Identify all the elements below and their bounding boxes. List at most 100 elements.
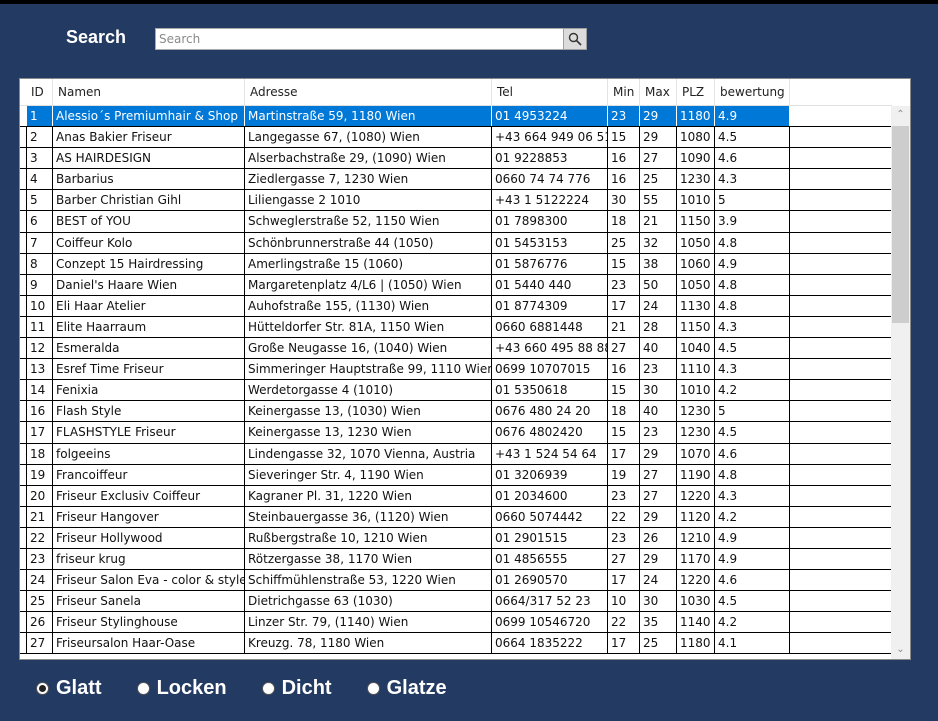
cell-min[interactable]: 15	[608, 380, 640, 401]
cell-plz[interactable]: 1010	[677, 380, 715, 401]
cell-namen[interactable]: Friseur Sanela	[53, 591, 245, 612]
cell-bewertung[interactable]: 4.3	[715, 485, 790, 506]
column-header-tel[interactable]: Tel	[492, 79, 608, 105]
cell-id[interactable]: 6	[26, 211, 53, 232]
cell-plz[interactable]: 1150	[677, 211, 715, 232]
cell-namen[interactable]: Esref Time Friseur	[53, 359, 245, 380]
cell-bewertung[interactable]: 4.9	[715, 106, 790, 127]
cell-plz[interactable]: 1010	[677, 190, 715, 211]
cell-namen[interactable]: Conzept 15 Hairdressing	[53, 253, 245, 274]
cell-adresse[interactable]: Linzer Str. 79, (1140) Wien	[245, 612, 492, 633]
cell-namen[interactable]: Anas Bakier Friseur	[53, 127, 245, 148]
cell-adresse[interactable]: Martinstraße 59, 1180 Wien	[245, 106, 492, 127]
cell-max[interactable]: 40	[640, 401, 677, 422]
cell-max[interactable]: 27	[640, 485, 677, 506]
cell-namen[interactable]: BEST of YOU	[53, 211, 245, 232]
cell-adresse[interactable]: Langegasse 67, (1080) Wien	[245, 127, 492, 148]
cell-bewertung[interactable]: 4.6	[715, 443, 790, 464]
radio-indicator[interactable]	[36, 681, 49, 695]
cell-max[interactable]: 29	[640, 127, 677, 148]
radio-glatze[interactable]: Glatze	[366, 677, 447, 700]
cell-namen[interactable]: Francoiffeur	[53, 464, 245, 485]
cell-id[interactable]: 2	[26, 127, 53, 148]
cell-tel[interactable]: +43 1 5122224	[492, 190, 608, 211]
cell-bewertung[interactable]: 4.6	[715, 148, 790, 169]
cell-namen[interactable]: Esmeralda	[53, 338, 245, 359]
cell-max[interactable]: 21	[640, 211, 677, 232]
cell-adresse[interactable]: Ziedlergasse 7, 1230 Wien	[245, 169, 492, 190]
cell-max[interactable]: 25	[640, 633, 677, 654]
scrollbar-thumb[interactable]	[892, 126, 909, 323]
cell-plz[interactable]: 1180	[677, 106, 715, 127]
cell-namen[interactable]: Friseur Stylinghouse	[53, 612, 245, 633]
cell-tel[interactable]: 01 8774309	[492, 295, 608, 316]
cell-plz[interactable]: 1230	[677, 422, 715, 443]
cell-namen[interactable]: Flash Style	[53, 401, 245, 422]
table-row[interactable]: 13 Esref Time Friseur Simmeringer Hauptst…	[20, 359, 892, 381]
cell-adresse[interactable]: Liliengasse 2 1010	[245, 190, 492, 211]
table-row[interactable]: 14 Fenixia Werdetorgasse 4 (1010) 01 535061…	[20, 380, 892, 402]
cell-max[interactable]: 40	[640, 338, 677, 359]
table-row[interactable]: 16 Flash Style Keinergasse 13, (1030) Wien…	[20, 401, 892, 423]
cell-tel[interactable]: 01 5350618	[492, 380, 608, 401]
cell-adresse[interactable]: Simmeringer Hauptstraße 99, 1110 Wien	[245, 359, 492, 380]
radio-dicht[interactable]: Dicht	[261, 677, 332, 700]
table-row[interactable]: 11 Elite Haarraum Hütteldorfer Str. 81A, …	[20, 316, 892, 339]
cell-id[interactable]: 1	[26, 106, 53, 127]
cell-namen[interactable]: folgeeins	[53, 443, 245, 464]
cell-min[interactable]: 22	[608, 506, 640, 527]
cell-bewertung[interactable]: 4.5	[715, 422, 790, 443]
cell-min[interactable]: 15	[608, 422, 640, 443]
table-row[interactable]: 21 Friseur Hangover Steinbauergasse 36, (1…	[20, 506, 892, 528]
cell-namen[interactable]: Fenixia	[53, 380, 245, 401]
cell-min[interactable]: 15	[608, 127, 640, 148]
cell-id[interactable]: 7	[26, 232, 53, 253]
column-header-plz[interactable]: PLZ	[677, 79, 715, 105]
cell-bewertung[interactable]: 4.5	[715, 591, 790, 612]
cell-max[interactable]: 29	[640, 443, 677, 464]
cell-id[interactable]: 17	[26, 422, 53, 443]
cell-max[interactable]: 27	[640, 464, 677, 485]
cell-tel[interactable]: +43 664 949 06 51	[492, 127, 608, 148]
column-header-bewertung[interactable]: bewertung	[715, 79, 790, 105]
column-header-min[interactable]: Min	[608, 79, 640, 105]
cell-adresse[interactable]: Schönbrunnerstraße 44 (1050)	[245, 232, 492, 253]
cell-bewertung[interactable]: 4.1	[715, 633, 790, 654]
cell-id[interactable]: 19	[26, 464, 53, 485]
cell-adresse[interactable]: Rußbergstraße 10, 1210 Wien	[245, 527, 492, 548]
cell-id[interactable]: 8	[26, 253, 53, 274]
cell-min[interactable]: 17	[608, 570, 640, 591]
cell-id[interactable]: 18	[26, 443, 53, 464]
cell-bewertung[interactable]: 4.3	[715, 316, 790, 338]
cell-plz[interactable]: 1140	[677, 612, 715, 633]
cell-min[interactable]: 15	[608, 253, 640, 274]
cell-max[interactable]: 38	[640, 253, 677, 274]
cell-max[interactable]: 50	[640, 274, 677, 295]
cell-min[interactable]: 23	[608, 485, 640, 506]
chevron-down-icon[interactable]: ⌄	[891, 641, 910, 659]
cell-tel[interactable]: 0660 6881448	[492, 316, 608, 338]
cell-namen[interactable]: Barber Christian Gihl	[53, 190, 245, 211]
cell-min[interactable]: 27	[608, 548, 640, 570]
cell-id[interactable]: 22	[26, 527, 53, 548]
cell-tel[interactable]: 0699 10707015	[492, 359, 608, 380]
table-row[interactable]: 2 Anas Bakier Friseur Langegasse 67, (1080…	[20, 127, 892, 149]
cell-min[interactable]: 17	[608, 295, 640, 316]
cell-namen[interactable]: AS HAIRDESIGN	[53, 148, 245, 169]
table-row[interactable]: 27 Friseursalon Haar-Oase Kreuzg. 78, 1180…	[20, 633, 892, 655]
cell-namen[interactable]: friseur krug	[53, 548, 245, 570]
column-header-id[interactable]: ID	[26, 79, 53, 105]
cell-id[interactable]: 25	[26, 591, 53, 612]
cell-plz[interactable]: 1110	[677, 359, 715, 380]
cell-id[interactable]: 20	[26, 485, 53, 506]
radio-glatt[interactable]: Glatt	[36, 677, 102, 700]
cell-id[interactable]: 14	[26, 380, 53, 401]
cell-bewertung[interactable]: 4.9	[715, 253, 790, 274]
cell-adresse[interactable]: Alserbachstraße 29, (1090) Wien	[245, 148, 492, 169]
cell-tel[interactable]: 01 2034600	[492, 485, 608, 506]
cell-namen[interactable]: FLASHSTYLE Friseur	[53, 422, 245, 443]
table-row[interactable]: 26 Friseur Stylinghouse Linzer Str. 79, (1…	[20, 612, 892, 634]
cell-bewertung[interactable]: 5	[715, 401, 790, 422]
cell-bewertung[interactable]: 5	[715, 190, 790, 211]
cell-tel[interactable]: 0699 10546720	[492, 612, 608, 633]
